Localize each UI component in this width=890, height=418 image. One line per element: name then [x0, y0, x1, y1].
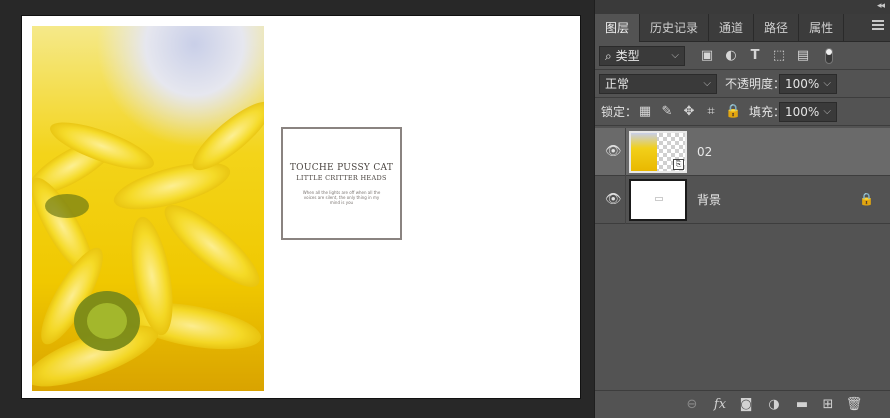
layer-row-background[interactable]: 👁 背景 🔒	[595, 176, 890, 224]
tab-layers[interactable]: 图层	[595, 14, 641, 42]
card-title: TOUCHE PUSSY CAT	[289, 163, 394, 173]
canvas-workspace[interactable]: TOUCHE PUSSY CAT LITTLE CRITTER HEADS Wh…	[0, 0, 594, 418]
panel-menu-icon[interactable]	[872, 20, 884, 32]
filter-toggle[interactable]	[825, 48, 833, 64]
collapse-panels-icon[interactable]: ◂◂	[877, 1, 885, 11]
eye-icon[interactable]: 👁	[605, 144, 622, 160]
adjustment-filter-icon[interactable]: ◐	[723, 48, 739, 64]
folder-icon[interactable]: ▬	[793, 396, 811, 414]
flower-thumbnail-image	[631, 133, 657, 171]
layer-name[interactable]: 02	[697, 128, 712, 176]
card-subtitle: LITTLE CRITTER HEADS	[296, 174, 387, 182]
photoshop-window: TOUCHE PUSSY CAT LITTLE CRITTER HEADS Wh…	[0, 0, 890, 418]
chevron-down-icon: ⌵	[671, 50, 679, 61]
lock-transparent-icon[interactable]: ▦	[637, 104, 653, 120]
divider	[625, 128, 626, 176]
smart-object-icon: ⎘	[673, 159, 684, 170]
layer-name[interactable]: 背景	[697, 176, 721, 224]
layer-thumbnail[interactable]	[629, 179, 687, 221]
new-layer-icon[interactable]: ⊞	[819, 396, 837, 414]
adjustment-layer-icon[interactable]: ◑	[765, 396, 783, 414]
lock-artboard-icon[interactable]: ⌗	[703, 104, 719, 120]
smart-object-filter-icon[interactable]: ▤	[795, 48, 811, 64]
lock-all-icon[interactable]: 🔒	[725, 104, 741, 120]
lock-pixels-icon[interactable]: ✎	[659, 104, 675, 120]
blend-mode-label: 正常	[605, 77, 630, 91]
fill-value: 100%	[785, 105, 820, 119]
panel-top-strip: ◂◂	[595, 0, 890, 14]
lock-row: 锁定： ▦ ✎ ✥ ⌗ 🔒 填充： 100% ⌵	[595, 98, 890, 126]
opacity-field[interactable]: 100% ⌵	[779, 74, 837, 94]
lock-icon[interactable]: 🔒	[859, 192, 874, 208]
link-layers-icon[interactable]: ⊖	[683, 396, 701, 414]
layers-list: 👁 ⎘ 02 👁 背景 🔒	[595, 128, 890, 224]
flower-illustration	[32, 101, 264, 387]
search-icon: ⌕	[605, 49, 612, 63]
divider	[625, 176, 626, 224]
chevron-down-icon: ⌵	[823, 78, 831, 89]
eye-icon[interactable]: 👁	[605, 192, 622, 208]
flower-photo	[32, 26, 264, 391]
type-filter-icon[interactable]: T	[747, 48, 763, 64]
lock-position-icon[interactable]: ✥	[681, 104, 697, 120]
fill-field[interactable]: 100% ⌵	[779, 102, 837, 122]
blend-row: 正常 ⌵ 不透明度： 100% ⌵	[595, 70, 890, 98]
tab-properties[interactable]: 属性	[799, 14, 845, 42]
document-canvas[interactable]: TOUCHE PUSSY CAT LITTLE CRITTER HEADS Wh…	[22, 16, 580, 398]
add-mask-icon[interactable]: ◙	[737, 396, 755, 414]
text-card[interactable]: TOUCHE PUSSY CAT LITTLE CRITTER HEADS Wh…	[281, 127, 402, 240]
blend-mode-select[interactable]: 正常 ⌵	[599, 74, 717, 94]
tab-history[interactable]: 历史记录	[640, 14, 710, 42]
opacity-label: 不透明度：	[725, 77, 786, 91]
lock-label: 锁定：	[601, 105, 638, 119]
tab-channels[interactable]: 通道	[709, 14, 755, 42]
panel-tabs: 图层 历史记录 通道 路径 属性	[595, 14, 890, 42]
trash-icon[interactable]: 🗑	[845, 396, 863, 414]
filter-row: ⌕ 类型 ⌵ ▣ ◐ T ⬚ ▤	[595, 42, 890, 70]
card-thumbnail-mark	[655, 197, 663, 201]
layers-bottom-toolbar: ⊖ fx ◙ ◑ ▬ ⊞ 🗑	[595, 390, 890, 418]
filter-kind-label: 类型	[615, 49, 640, 63]
image-filter-icon[interactable]: ▣	[699, 48, 715, 64]
opacity-value: 100%	[785, 77, 820, 91]
chevron-down-icon: ⌵	[823, 106, 831, 117]
layer-thumbnail[interactable]: ⎘	[629, 131, 687, 173]
tab-paths[interactable]: 路径	[754, 14, 800, 42]
filter-kind-select[interactable]: ⌕ 类型 ⌵	[599, 46, 685, 66]
fx-icon[interactable]: fx	[711, 396, 729, 414]
layer-row-02[interactable]: 👁 ⎘ 02	[595, 128, 890, 176]
shape-filter-icon[interactable]: ⬚	[771, 48, 787, 64]
chevron-down-icon: ⌵	[703, 78, 711, 89]
card-body-text: When all the lights are off when all the…	[302, 190, 381, 205]
layers-panel: ◂◂ 图层 历史记录 通道 路径 属性 ⌕ 类型 ⌵ ▣ ◐ T ⬚ ▤ 正常 …	[594, 0, 890, 418]
